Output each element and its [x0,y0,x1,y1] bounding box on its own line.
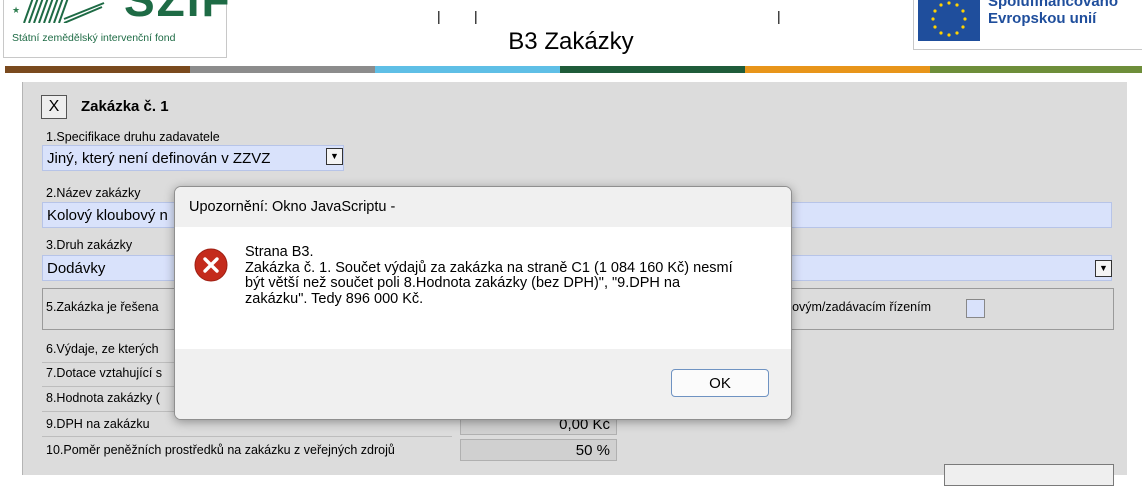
f2-label: 2.Název zakázky [46,186,141,200]
close-zakazka-button[interactable]: X [41,95,67,119]
header-stripe [560,66,745,73]
eu-line-2: Evropskou unií [988,10,1097,27]
f1-select[interactable]: Jiný, který není definován v ZZVZ [42,145,344,171]
page-header: ★ SZIF Státní zemědělský intervenční fon… [0,0,1142,68]
f3-label: 3.Druh zakázky [46,238,133,252]
javascript-alert-dialog: Upozornění: Okno JavaScriptu - Strana B3… [174,186,792,420]
dialog-message: Strana B3. Zakázka č. 1. Součet výdajů z… [245,244,733,307]
f3-value: Dodávky [47,260,106,277]
f7-label: 7.Dotace vztahující s [46,366,163,380]
f10-value: 50 % [460,439,617,461]
f5-label: 5.Zakázka je řešena [46,300,159,314]
logo-text: SZIF [124,0,232,26]
header-mark: | [777,8,781,24]
ok-button[interactable]: OK [671,369,769,397]
chevron-down-icon[interactable]: ▼ [1095,260,1112,277]
logo-stripes-icon [23,0,105,23]
f8-label: 8.Hodnota zakázky ( [46,391,160,405]
star-icon: ★ [12,5,21,15]
f5-checkbox[interactable] [966,299,985,318]
header-mark: | [474,8,478,24]
bottom-button[interactable] [944,464,1114,486]
f10-label: 10.Poměr peněžních prostředků na zakázku… [46,443,395,457]
header-stripe [930,66,1142,73]
f9-label: 9.DPH na zakázku [46,417,150,431]
eu-line-1: Spolufinancováno [988,0,1119,10]
divider [42,436,452,437]
f1-label: 1.Specifikace druhu zadavatele [46,130,220,144]
eu-flag-icon [918,0,980,41]
header-stripe [375,66,560,73]
header-mark: | [437,8,441,24]
f6-label: 6.Výdaje, ze kterých [46,342,159,356]
eu-badge: Spolufinancováno Evropskou unií [913,0,1142,50]
header-stripe [745,66,930,73]
zakazka-title: Zakázka č. 1 [81,98,169,115]
dialog-title: Upozornění: Okno JavaScriptu - [175,187,791,227]
eu-text: Spolufinancováno Evropskou unií [988,0,1118,27]
header-stripe [190,66,375,73]
chevron-down-icon[interactable]: ▼ [326,148,343,165]
f2-value: Kolový kloubový n [47,207,168,224]
f1-value: Jiný, který není definován v ZZVZ [47,150,271,167]
header-stripe [5,66,190,73]
f5-right-label: běrovým/zadávacím řízením [774,300,931,314]
error-icon [194,248,228,282]
